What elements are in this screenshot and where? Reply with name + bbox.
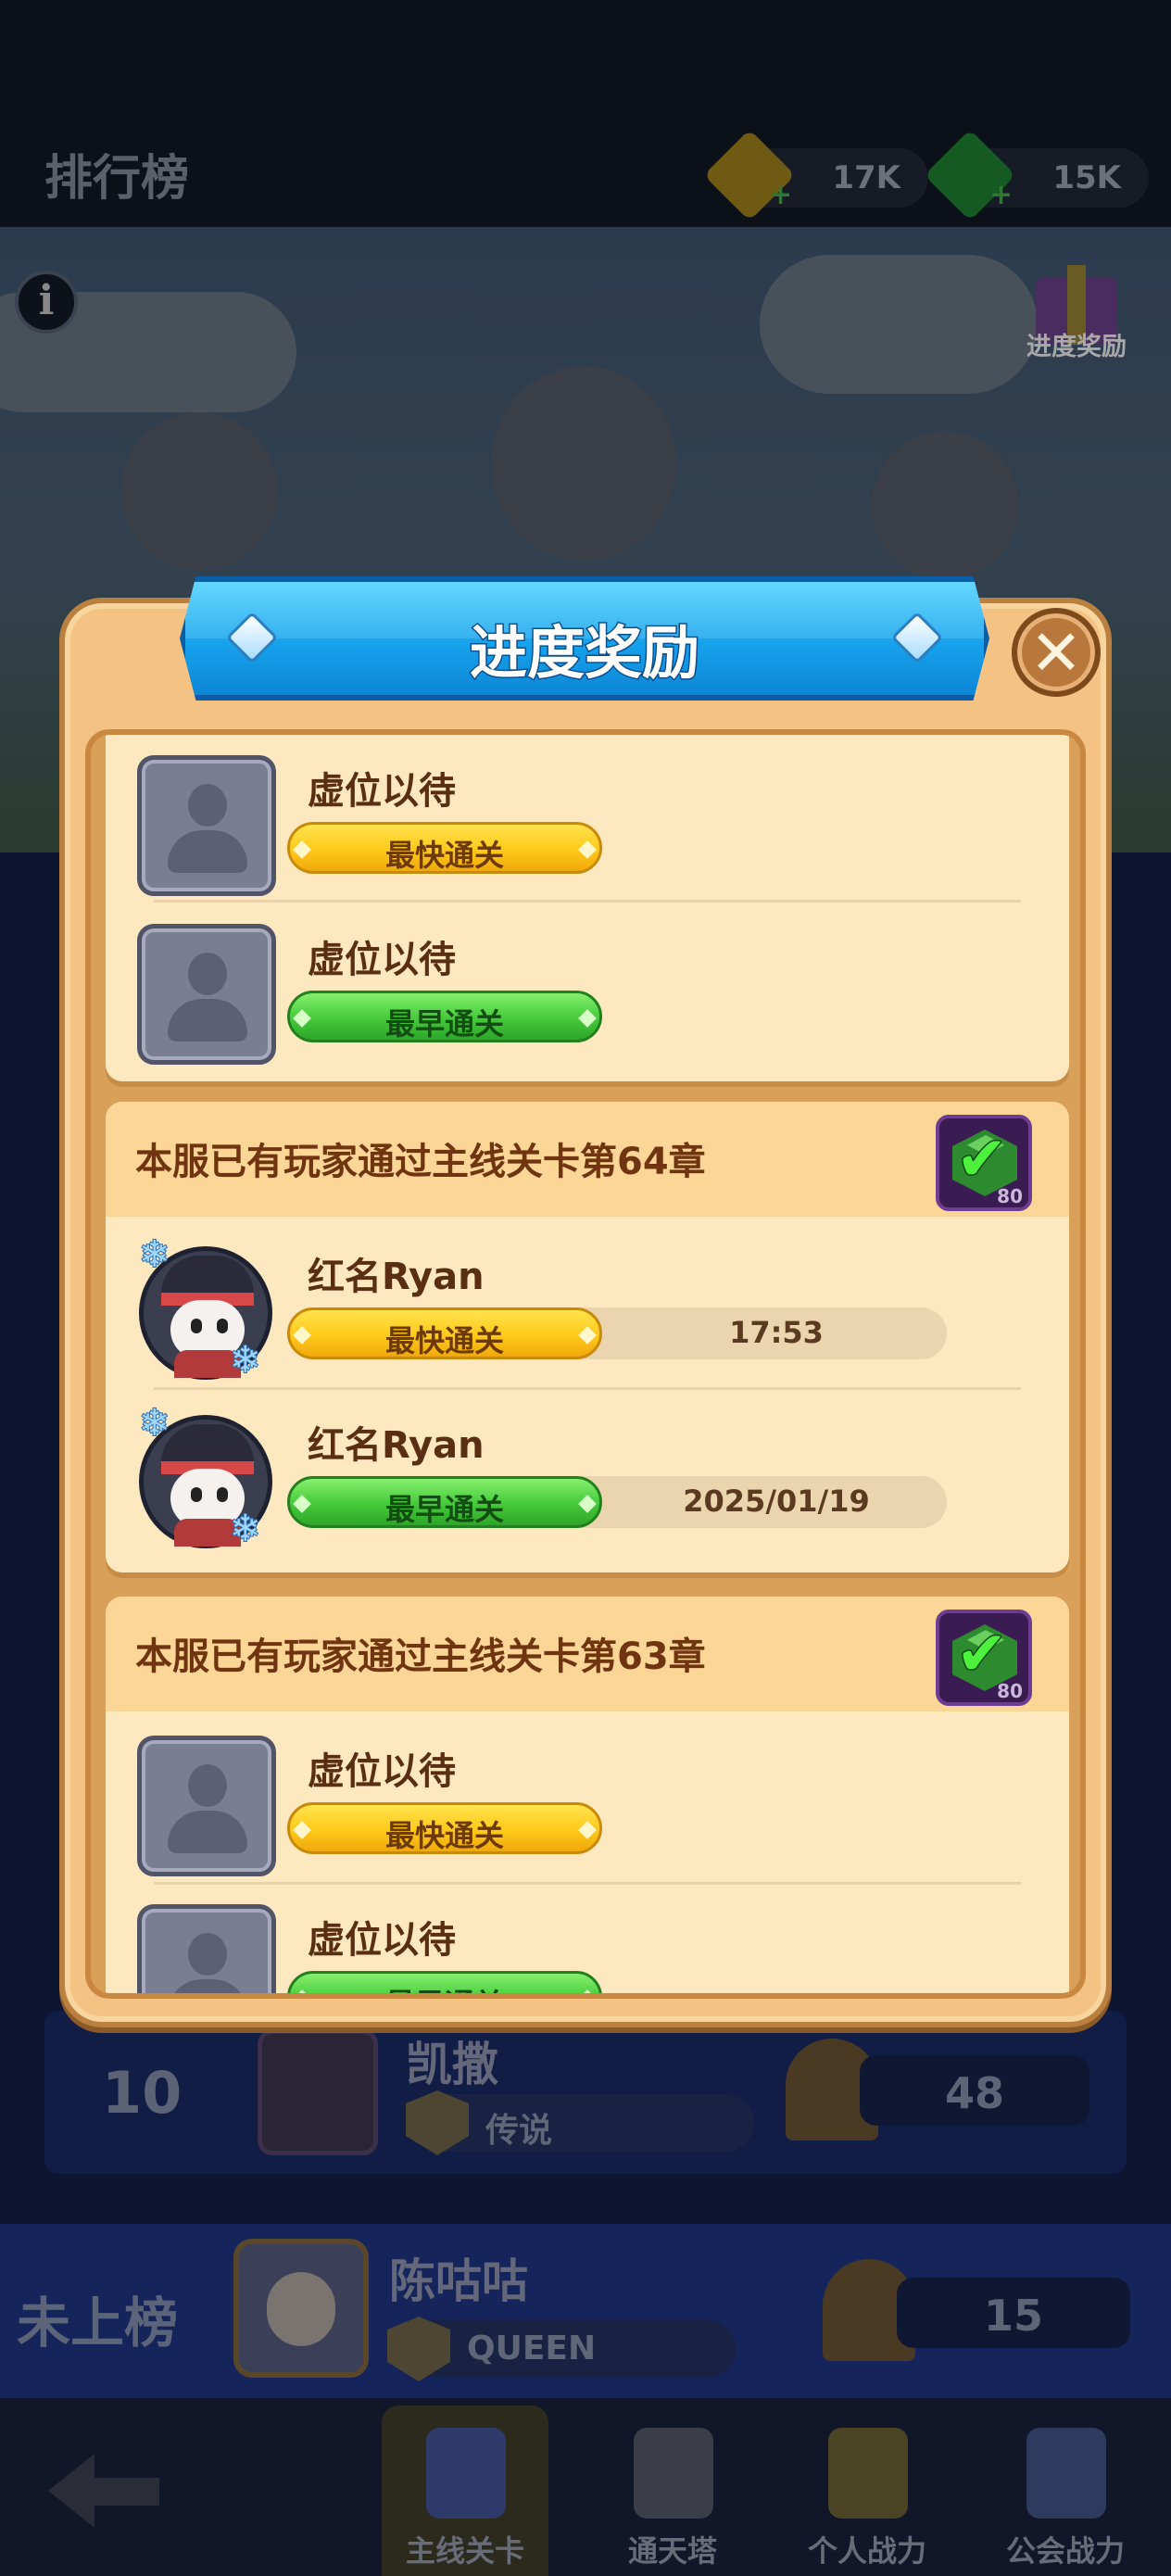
gem-reward-claimed-icon[interactable]: ✔ 80 [936, 1115, 1032, 1211]
add-gem-icon[interactable]: + [989, 182, 1014, 209]
close-icon: ✕ [1029, 617, 1083, 690]
player-name: 红名Ryan [308, 1256, 485, 1298]
podium-character-center[interactable] [491, 366, 676, 561]
podium-character-right[interactable] [871, 431, 1019, 579]
reward-card: 本服已有玩家通过主线关卡第63章 ✔ 80 虚位以待 最快通关 虚位以待 [106, 1597, 1069, 1999]
gem-currency[interactable]: + 15K [924, 129, 1149, 221]
close-button[interactable]: ✕ [1012, 608, 1101, 697]
screen-title: 排行榜 [44, 151, 190, 207]
reward-card: 虚位以待 最快通关 虚位以待 最早通关 [106, 729, 1069, 1081]
rank-number: 10 [102, 2059, 183, 2127]
podium-character-left[interactable] [120, 412, 278, 570]
avatar [258, 2029, 378, 2155]
card-header: 本服已有玩家通过主线关卡第64章 ✔ 80 [106, 1102, 1069, 1217]
list-item[interactable]: 虚位以待 最早通关 [106, 1891, 1069, 1999]
tab-tower[interactable]: 通天塔 [589, 2406, 756, 2576]
my-tier-badge: QUEEN [387, 2317, 736, 2381]
list-item[interactable]: 虚位以待 最快通关 [106, 742, 1069, 909]
chapter-clear-notice: 本服已有玩家通过主线关卡第64章 [135, 1141, 706, 1183]
clear-date: 2025/01/19 [683, 1484, 870, 1519]
my-rank: 未上榜 [17, 2292, 179, 2355]
arrow-up-emblem-icon [828, 2428, 908, 2519]
gold-amount: 17K [832, 159, 900, 196]
avatar: ❄ ❄ [137, 1401, 276, 1551]
my-name: 陈咕咕 [389, 2254, 528, 2308]
divider [154, 1882, 1021, 1885]
reward-list[interactable]: 虚位以待 最快通关 虚位以待 最早通关 本服已有玩家通过主线关卡第64章 ✔ 8… [85, 729, 1086, 1999]
fastest-clear-badge: 最快通关 [287, 1802, 602, 1854]
player-name: 红名Ryan [308, 1424, 485, 1467]
clear-date-box: 2025/01/19 [569, 1476, 947, 1528]
avatar: ❄ ❄ [137, 1232, 276, 1383]
card-header: 本服已有玩家通过主线关卡第63章 ✔ 80 [106, 1597, 1069, 1711]
gem-reward-claimed-icon[interactable]: ✔ 80 [936, 1610, 1032, 1706]
reward-count: 80 [997, 1185, 1023, 1207]
back-arrow-icon[interactable] [48, 2454, 159, 2528]
my-avatar [233, 2239, 369, 2378]
player-name: 虚位以待 [308, 939, 456, 981]
dialog-title: 进度奖励 [468, 618, 700, 688]
list-item[interactable]: ❄ ❄ 红名Ryan 17:53 最快通关 [106, 1228, 1069, 1395]
progress-reward-dialog: 虚位以待 最快通关 虚位以待 最早通关 本服已有玩家通过主线关卡第64章 ✔ 8… [59, 598, 1112, 2027]
leaderboard-row[interactable]: 10 凯撒 传说 48 [44, 2011, 1127, 2174]
player-name: 凯撒 [406, 2038, 498, 2091]
gold-currency[interactable]: + 17K [703, 129, 928, 221]
snowflake-icon: ❄ [138, 1232, 170, 1277]
player-name: 虚位以待 [308, 1919, 456, 1962]
empty-avatar-icon [137, 755, 276, 896]
progress-reward-button[interactable]: 进度奖励 [1021, 259, 1132, 361]
gem-amount: 15K [1052, 159, 1121, 196]
my-tier-label: QUEEN [467, 2330, 597, 2368]
earliest-clear-badge: 最早通关 [287, 991, 602, 1042]
score-value: 48 [944, 2068, 1004, 2118]
empty-avatar-icon [137, 1904, 276, 1999]
banner-icon [426, 2428, 506, 2519]
reward-count: 80 [997, 1680, 1023, 1702]
tower-icon [634, 2428, 713, 2519]
fastest-clear-badge: 最快通关 [287, 1307, 602, 1359]
guild-emblem-icon [1026, 2428, 1106, 2519]
tier-shield-icon [387, 2317, 450, 2381]
earliest-clear-badge: 最早通关 [287, 1476, 602, 1528]
bottom-tab-bar: 主线关卡 通天塔 个人战力 公会战力 [0, 2398, 1171, 2576]
tab-main-stage[interactable]: 主线关卡 [382, 2406, 548, 2576]
tier-label: 传说 [485, 2112, 553, 2150]
tier-badge: 传说 [406, 2090, 754, 2155]
divider [154, 900, 1021, 903]
add-gold-icon[interactable]: + [769, 182, 793, 209]
top-bar: 排行榜 + 17K + 15K [0, 0, 1171, 227]
player-name: 虚位以待 [308, 1750, 456, 1793]
clear-time-box: 17:53 [569, 1307, 947, 1359]
score-box: 48 [860, 2055, 1089, 2126]
player-name: 虚位以待 [308, 770, 456, 813]
earliest-clear-badge: 最早通关 [287, 1971, 602, 1999]
cloud [760, 255, 1038, 394]
empty-avatar-icon [137, 924, 276, 1065]
reward-card: 本服已有玩家通过主线关卡第64章 ✔ 80 ❄ ❄ 红名Ryan 17:53 最… [106, 1102, 1069, 1572]
snowflake-icon: ❄ [229, 1507, 261, 1551]
list-item[interactable]: 虚位以待 最早通关 [106, 911, 1069, 1078]
clear-time: 17:53 [729, 1315, 824, 1350]
my-score-box: 15 [897, 2278, 1130, 2348]
tab-guild-power[interactable]: 公会战力 [982, 2406, 1149, 2576]
list-item[interactable]: ❄ ❄ 红名Ryan 2025/01/19 最早通关 [106, 1396, 1069, 1563]
snowflake-icon: ❄ [229, 1338, 261, 1383]
empty-avatar-icon [137, 1736, 276, 1876]
dialog-title-banner: 进度奖励 [180, 576, 989, 701]
tab-personal-power[interactable]: 个人战力 [784, 2406, 951, 2576]
my-score: 15 [983, 2291, 1043, 2341]
my-rank-row[interactable]: 未上榜 陈咕咕 QUEEN 15 [0, 2224, 1171, 2398]
chapter-clear-notice: 本服已有玩家通过主线关卡第63章 [135, 1635, 706, 1678]
snowflake-icon: ❄ [138, 1401, 170, 1446]
list-item[interactable]: 虚位以待 最快通关 [106, 1723, 1069, 1889]
fastest-clear-badge: 最快通关 [287, 822, 602, 874]
progress-reward-label: 进度奖励 [1026, 333, 1127, 361]
divider [154, 1387, 1021, 1390]
tier-shield-icon [406, 2090, 469, 2155]
info-icon[interactable]: i [15, 271, 78, 334]
